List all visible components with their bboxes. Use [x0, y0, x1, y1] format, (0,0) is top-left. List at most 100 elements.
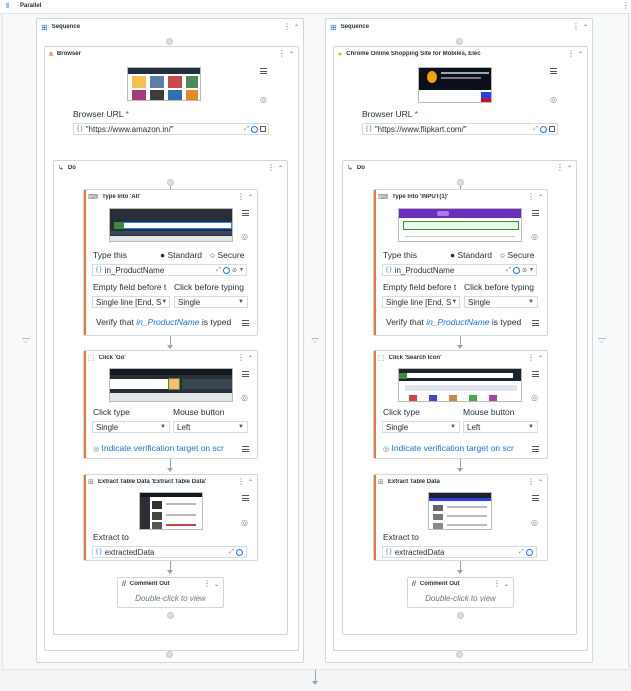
dropdown-icon[interactable]: ▼ — [239, 267, 244, 273]
left-browser-options-icon[interactable] — [260, 68, 267, 74]
left-click-options-icon[interactable] — [242, 371, 249, 377]
right-seq-drop-dot-1[interactable] — [456, 38, 463, 45]
right-type-into-collapse-icon[interactable]: ⌃ — [538, 194, 543, 201]
left-standard-radio[interactable]: ● Standard — [160, 250, 202, 260]
input-menu-icon[interactable] — [549, 126, 555, 132]
left-type-into-target-icon[interactable]: ◎ — [241, 232, 248, 241]
expand-icon[interactable]: ⤢ — [229, 549, 234, 556]
right-extract-collapse-icon[interactable]: ⌃ — [538, 479, 543, 486]
left-click-before-select[interactable]: Single ▼ — [174, 296, 248, 308]
left-extract-options-icon[interactable] — [242, 495, 249, 501]
right-click-collapse-icon[interactable]: ⌃ — [538, 355, 543, 362]
left-comment-menu-icon[interactable]: ⋮ — [203, 580, 211, 588]
right-browser-menu-icon[interactable]: ⋮ — [567, 50, 575, 58]
left-click-activity[interactable]: ⬚ Click 'Go' ⋮ ⌃ ◎ Click type Mouse butt… — [83, 350, 258, 459]
right-type-into-activity[interactable]: ⌨ Type Into 'INPUT(1)' ⋮ ⌃ ◎ Type this ●… — [373, 189, 548, 336]
hide-text-icon[interactable]: ⊘ — [522, 267, 527, 274]
add-variable-icon[interactable] — [223, 266, 231, 274]
right-do-collapse-icon[interactable]: ⌃ — [567, 165, 572, 172]
left-browser-url-input[interactable]: { } "https://www.amazon.in/" ⤢ — [73, 123, 269, 135]
left-type-into-collapse-icon[interactable]: ⌃ — [248, 194, 253, 201]
right-empty-field-select[interactable]: Single line [End, S ▼ — [382, 296, 460, 308]
left-browser-collapse-icon[interactable]: ⌃ — [289, 51, 294, 58]
right-do-menu-icon[interactable]: ⋮ — [556, 164, 564, 172]
right-sequence-collapse-icon[interactable]: ⌃ — [583, 24, 588, 31]
add-variable-icon[interactable] — [513, 266, 521, 274]
parallel-menu-icon[interactable]: ⋮ — [622, 2, 630, 10]
left-do-drop-dot-bottom[interactable] — [167, 612, 174, 619]
left-click-type-select[interactable]: Single ▼ — [92, 421, 170, 433]
right-secure-radio[interactable]: ○ Secure — [500, 250, 534, 260]
left-do-menu-icon[interactable]: ⋮ — [267, 164, 275, 172]
expand-icon[interactable]: ⤢ — [244, 126, 249, 133]
left-type-into-options-icon[interactable] — [242, 210, 249, 216]
left-comment-expand-icon[interactable]: ⌄ — [214, 581, 219, 588]
left-browser-menu-icon[interactable]: ⋮ — [278, 50, 286, 58]
right-sequence-menu-icon[interactable]: ⋮ — [572, 23, 580, 31]
left-comment-activity[interactable]: // Comment Out ⋮ ⌄ Double-click to view — [117, 577, 224, 608]
left-browser-target-icon[interactable]: ◎ — [260, 95, 267, 104]
right-extract-activity[interactable]: ⊞ Extract Table Data ⋮ ⌃ ◎ Extract to { … — [373, 474, 548, 561]
right-verify-options-icon[interactable] — [532, 320, 539, 326]
left-extract-menu-icon[interactable]: ⋮ — [237, 478, 245, 486]
expand-icon[interactable]: ⤢ — [506, 267, 511, 274]
expand-icon[interactable]: ⤢ — [519, 549, 524, 556]
left-type-into-menu-icon[interactable]: ⋮ — [237, 193, 245, 201]
left-sequence-collapse-icon[interactable]: ⌃ — [294, 24, 299, 31]
right-mouse-button-select[interactable]: Left ▼ — [463, 421, 538, 433]
middle-drop-indicator[interactable] — [311, 338, 319, 343]
left-click-collapse-icon[interactable]: ⌃ — [248, 355, 253, 362]
hide-text-icon[interactable]: ⊘ — [232, 267, 237, 274]
left-drop-indicator[interactable] — [22, 338, 30, 343]
add-variable-icon[interactable] — [540, 125, 547, 133]
left-verification-link[interactable]: ◎ Indicate verification target on scr — [93, 443, 238, 453]
add-variable-icon[interactable] — [236, 548, 243, 556]
left-secure-radio[interactable]: ○ Secure — [210, 250, 244, 260]
add-variable-icon[interactable] — [251, 125, 258, 133]
dropdown-icon[interactable]: ▼ — [529, 267, 534, 273]
right-browser-target-icon[interactable]: ◎ — [550, 95, 557, 104]
right-type-into-target-icon[interactable]: ◎ — [531, 232, 538, 241]
right-extract-to-input[interactable]: { } extractedData ⤢ — [382, 546, 537, 558]
right-standard-radio[interactable]: ● Standard — [450, 250, 492, 260]
input-menu-icon[interactable] — [260, 126, 266, 132]
right-verification-options-icon[interactable] — [532, 446, 539, 452]
right-do-drop-dot-bottom[interactable] — [457, 612, 464, 619]
right-comment-expand-icon[interactable]: ⌄ — [504, 581, 509, 588]
add-variable-icon[interactable] — [526, 548, 533, 556]
right-click-menu-icon[interactable]: ⋮ — [527, 354, 535, 362]
expand-icon[interactable]: ⤢ — [216, 267, 221, 274]
right-browser-url-input[interactable]: { } "https://www.flipkart.com/" ⤢ — [362, 123, 558, 135]
right-type-into-menu-icon[interactable]: ⋮ — [527, 193, 535, 201]
right-click-target-icon[interactable]: ◎ — [531, 393, 538, 402]
right-click-type-select[interactable]: Single ▼ — [382, 421, 460, 433]
right-do-drop-dot-top[interactable] — [457, 179, 464, 186]
right-browser-collapse-icon[interactable]: ⌃ — [578, 51, 583, 58]
left-click-menu-icon[interactable]: ⋮ — [237, 354, 245, 362]
right-comment-activity[interactable]: // Comment Out ⋮ ⌄ Double-click to view — [407, 577, 514, 608]
right-extract-menu-icon[interactable]: ⋮ — [527, 478, 535, 486]
left-mouse-button-select[interactable]: Left ▼ — [173, 421, 248, 433]
right-click-options-icon[interactable] — [532, 371, 539, 377]
left-seq-drop-dot-1[interactable] — [166, 38, 173, 45]
left-click-target-icon[interactable]: ◎ — [241, 393, 248, 402]
right-extract-target-icon[interactable]: ◎ — [531, 518, 538, 527]
right-click-activity[interactable]: ⬚ Click 'Search Icon' ⋮ ⌃ ◎ Click type M… — [373, 350, 548, 459]
left-empty-field-select[interactable]: Single line [End, S ▼ — [92, 296, 170, 308]
right-type-into-options-icon[interactable] — [532, 210, 539, 216]
left-extract-to-input[interactable]: { } extractedData ⤢ — [92, 546, 247, 558]
right-browser-options-icon[interactable] — [550, 68, 557, 74]
right-extract-options-icon[interactable] — [532, 495, 539, 501]
left-do-collapse-icon[interactable]: ⌃ — [278, 165, 283, 172]
right-drop-indicator[interactable] — [598, 338, 606, 343]
left-extract-target-icon[interactable]: ◎ — [241, 518, 248, 527]
left-extract-collapse-icon[interactable]: ⌃ — [248, 479, 253, 486]
left-extract-activity[interactable]: ⊞ Extract Table Data 'Extract Table Data… — [83, 474, 258, 561]
left-do-drop-dot-top[interactable] — [167, 179, 174, 186]
left-sequence-menu-icon[interactable]: ⋮ — [283, 23, 291, 31]
right-seq-drop-dot-bottom[interactable] — [456, 651, 463, 658]
left-type-into-activity[interactable]: ⌨ Type Into 'All' ⋮ ⌃ ◎ Type this ● Stan… — [83, 189, 258, 336]
left-verify-options-icon[interactable] — [242, 320, 249, 326]
right-comment-menu-icon[interactable]: ⋮ — [493, 580, 501, 588]
right-verification-link[interactable]: ◎ Indicate verification target on scr — [383, 443, 528, 453]
